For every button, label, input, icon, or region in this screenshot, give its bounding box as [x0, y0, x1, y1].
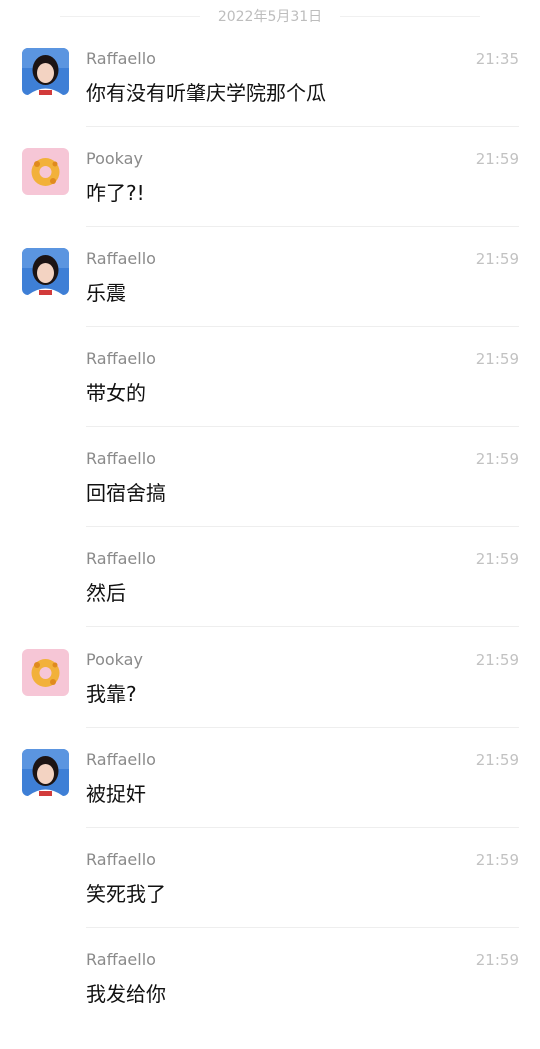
message-time: 21:59 — [475, 450, 519, 468]
message-text: 我靠? — [86, 682, 137, 706]
message-item[interactable]: Pookay 21:59 我靠? — [0, 649, 540, 749]
message-time: 21:59 — [475, 150, 519, 168]
message-text: 咋了?! — [86, 181, 145, 205]
message-time: 21:59 — [475, 751, 519, 769]
sender-name: Raffaello — [86, 850, 156, 869]
message-separator — [86, 827, 519, 828]
message-item[interactable]: Pookay 21:59 咋了?! — [0, 148, 540, 248]
message-item[interactable]: Raffaello 21:59 乐震 — [0, 248, 540, 348]
sender-name: Pookay — [86, 149, 143, 168]
sender-name: Raffaello — [86, 449, 156, 468]
sender-name: Raffaello — [86, 49, 156, 68]
message-text: 笑死我了 — [86, 882, 166, 906]
message-text: 然后 — [86, 581, 126, 605]
message-time: 21:59 — [475, 651, 519, 669]
sender-name: Raffaello — [86, 750, 156, 769]
message-separator — [86, 727, 519, 728]
message-text: 回宿舍搞 — [86, 481, 166, 505]
message-time: 21:59 — [475, 250, 519, 268]
message-text: 带女的 — [86, 381, 146, 405]
message-item[interactable]: Raffaello 21:59 被捉奸 — [0, 749, 540, 849]
message-separator — [86, 626, 519, 627]
avatar-pookay[interactable] — [22, 649, 69, 696]
avatar-raffaello[interactable] — [22, 248, 69, 295]
message-time: 21:59 — [475, 350, 519, 368]
message-separator — [86, 326, 519, 327]
divider-line — [340, 16, 480, 17]
message-item[interactable]: Raffaello 21:59 带女的 — [0, 348, 540, 448]
message-text: 你有没有听肇庆学院那个瓜 — [86, 81, 326, 105]
sender-name: Raffaello — [86, 950, 156, 969]
message-separator — [86, 927, 519, 928]
sender-name: Raffaello — [86, 549, 156, 568]
sender-name: Raffaello — [86, 249, 156, 268]
message-item[interactable]: Raffaello 21:35 你有没有听肇庆学院那个瓜 — [0, 48, 540, 148]
date-divider: 2022年5月31日 — [0, 4, 540, 28]
message-text: 我发给你 — [86, 982, 166, 1006]
message-time: 21:59 — [475, 951, 519, 969]
message-separator — [86, 526, 519, 527]
message-text: 乐震 — [86, 281, 126, 305]
avatar-raffaello[interactable] — [22, 48, 69, 95]
message-separator — [86, 426, 519, 427]
message-item[interactable]: Raffaello 21:59 我发给你 — [0, 949, 540, 1049]
message-time: 21:59 — [475, 550, 519, 568]
message-time: 21:35 — [475, 50, 519, 68]
avatar-pookay[interactable] — [22, 148, 69, 195]
sender-name: Raffaello — [86, 349, 156, 368]
message-item[interactable]: Raffaello 21:59 笑死我了 — [0, 849, 540, 949]
message-separator — [86, 226, 519, 227]
message-item[interactable]: Raffaello 21:59 然后 — [0, 548, 540, 648]
message-separator — [86, 126, 519, 127]
message-time: 21:59 — [475, 851, 519, 869]
message-item[interactable]: Raffaello 21:59 回宿舍搞 — [0, 448, 540, 548]
message-text: 被捉奸 — [86, 782, 146, 806]
sender-name: Pookay — [86, 650, 143, 669]
avatar-raffaello[interactable] — [22, 749, 69, 796]
